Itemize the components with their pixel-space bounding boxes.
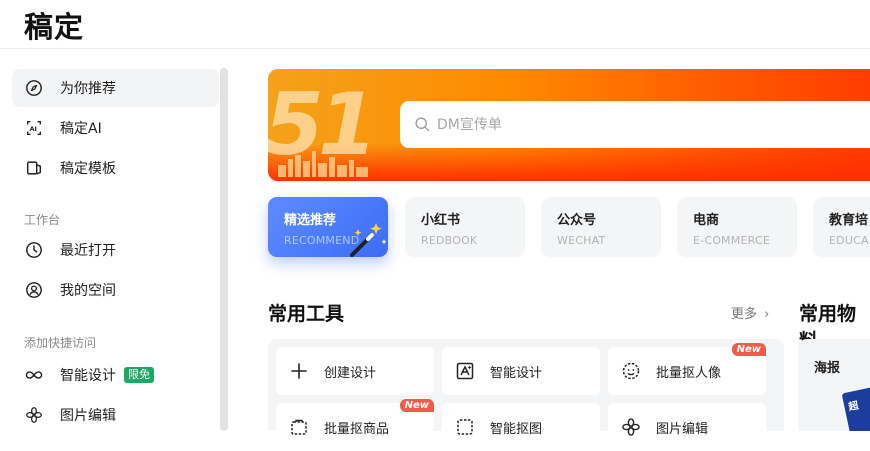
tool-label: 智能抠图	[490, 421, 543, 437]
sidebar-item-templates[interactable]: 稿定模板	[12, 149, 219, 187]
sidebar-item-smart-design[interactable]: 智能设计 限免	[12, 356, 219, 394]
category-tab-ecommerce[interactable]: 电商 E-COMMERCE	[677, 197, 797, 257]
free-badge: 限免	[124, 367, 154, 383]
chevron-right-icon: ›	[764, 307, 770, 322]
category-subtitle: EDUCA	[829, 234, 869, 247]
tool-smart-design[interactable]: 智能设计	[442, 347, 600, 395]
sidebar-item-label: 图片编辑	[60, 408, 116, 424]
search-box[interactable]	[400, 101, 870, 148]
plus-icon	[288, 360, 310, 382]
flower-icon	[620, 416, 642, 438]
hero-banner[interactable]: 51	[268, 69, 870, 181]
tool-image-edit[interactable]: 图片编辑	[608, 403, 766, 451]
category-tab-recommend[interactable]: 精选推荐 RECOMMEND	[268, 197, 388, 257]
tool-label: 智能设计	[490, 365, 543, 381]
city-skyline-icon	[278, 151, 368, 177]
magic-wand-icon	[350, 223, 387, 257]
tool-batch-product-cutout[interactable]: 批量抠商品 New	[276, 399, 434, 451]
category-title: 公众号	[557, 213, 597, 228]
smart-design-icon	[454, 360, 476, 382]
thumbnail-text: 超	[847, 400, 860, 414]
clock-icon	[24, 240, 44, 260]
sidebar-item-label: 为你推荐	[60, 81, 116, 97]
materials-panel[interactable]: 海报 超	[798, 339, 870, 431]
flower-icon	[24, 405, 44, 425]
tool-label: 创建设计	[324, 365, 377, 381]
new-badge: New	[731, 343, 766, 356]
sidebar-scrollbar[interactable]	[220, 68, 228, 431]
category-tab-wechat[interactable]: 公众号 WECHAT	[541, 197, 661, 257]
category-title: 电商	[693, 213, 720, 228]
search-input[interactable]	[437, 116, 837, 133]
material-poster-label: 海报	[814, 361, 841, 376]
sidebar-item-label: 稿定AI	[60, 121, 102, 137]
tools-panel: 创建设计 智能设计 批量抠人像 New 批量抠商品 New 智能抠图 图片编辑	[268, 339, 784, 451]
new-badge: New	[399, 399, 434, 412]
search-icon	[415, 117, 430, 132]
category-subtitle: E-COMMERCE	[693, 234, 770, 247]
product-cutout-icon	[288, 416, 310, 438]
cutout-icon	[454, 416, 476, 438]
infinity-icon	[24, 365, 44, 385]
tool-create-design[interactable]: 创建设计	[276, 347, 434, 395]
sidebar-item-image-edit[interactable]: 图片编辑	[12, 396, 219, 434]
tool-smart-cutout[interactable]: 智能抠图	[442, 403, 600, 451]
tool-label: 图片编辑	[656, 421, 709, 437]
app-logo[interactable]: 稿定	[24, 4, 84, 46]
sidebar-item-recommend[interactable]: 为你推荐	[12, 69, 219, 107]
tools-section-title: 常用工具	[268, 303, 345, 325]
category-tab-redbook[interactable]: 小红书 REDBOOK	[405, 197, 525, 257]
sidebar-item-label: 智能设计	[60, 368, 116, 384]
category-title: 小红书	[421, 213, 461, 228]
category-subtitle: REDBOOK	[421, 234, 478, 247]
template-icon	[24, 158, 44, 178]
poster-thumbnail: 超	[841, 385, 870, 431]
tool-batch-portrait-cutout[interactable]: 批量抠人像 New	[608, 343, 766, 395]
tool-label: 批量抠商品	[324, 421, 390, 437]
category-title: 教育培	[829, 213, 869, 228]
user-circle-icon	[24, 280, 44, 300]
tools-more-link[interactable]: 更多 ›	[731, 303, 769, 322]
category-subtitle: WECHAT	[557, 234, 606, 247]
top-header: 稿定	[0, 0, 870, 49]
sidebar-item-my-space[interactable]: 我的空间	[12, 271, 219, 309]
sidebar-item-label: 最近打开	[60, 243, 116, 259]
ai-icon: AI	[24, 118, 44, 138]
sidebar-item-label: 稿定模板	[60, 161, 116, 177]
sidebar-item-recent[interactable]: 最近打开	[12, 231, 219, 269]
workspace-section-label: 工作台	[24, 213, 61, 227]
category-tab-education[interactable]: 教育培 EDUCA	[813, 197, 870, 257]
sidebar-item-gaoding-ai[interactable]: AI 稿定AI	[12, 109, 219, 147]
quick-access-section-label: 添加快捷访问	[24, 336, 97, 350]
more-label: 更多	[731, 307, 758, 322]
compass-icon	[24, 78, 44, 98]
sidebar-item-label: 我的空间	[60, 283, 116, 299]
tool-label: 批量抠人像	[656, 365, 722, 381]
svg-text:AI: AI	[30, 126, 37, 133]
portrait-cutout-icon	[620, 360, 642, 382]
